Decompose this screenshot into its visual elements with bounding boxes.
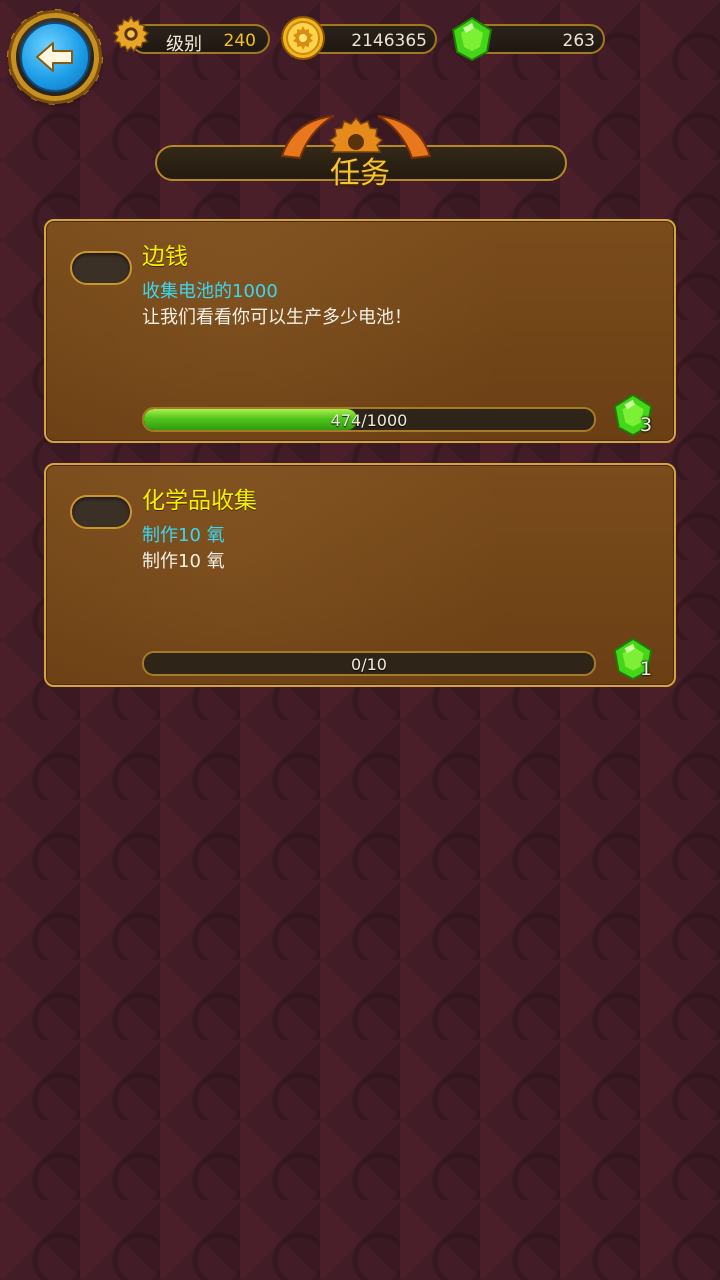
quest-progress-text: 474/1000 [330, 411, 408, 430]
gems-value: 263 [562, 31, 595, 51]
quest-goal: 收集电池的1000 [142, 281, 278, 302]
gear-icon [112, 15, 150, 53]
quest-description: 让我们看看你可以生产多少电池！ [142, 307, 412, 328]
quest-description: 制作10 氧 [142, 551, 225, 572]
reward-count: 3 [640, 414, 653, 436]
back-button[interactable] [7, 9, 103, 105]
green-gem-icon [451, 16, 493, 62]
level-label: 级别 [166, 34, 202, 55]
coin-icon [281, 16, 325, 60]
quest-progress-bar: 0/10 [142, 651, 596, 676]
quest-checkbox[interactable] [70, 251, 132, 285]
quest-checkbox[interactable] [70, 495, 132, 529]
back-button-face [20, 22, 90, 92]
quest-progress-bar: 474/1000 [142, 407, 596, 432]
quest-card: 边钱 收集电池的1000 让我们看看你可以生产多少电池！ 474/1000 3 [44, 219, 676, 443]
quest-title: 化学品收集 [142, 488, 257, 514]
coins-value: 2146365 [351, 31, 427, 51]
quest-goal: 制作10 氧 [142, 525, 225, 546]
level-pill: 级别 240 [130, 24, 270, 55]
reward-count: 1 [640, 658, 653, 680]
quest-progress-text: 0/10 [351, 655, 387, 674]
level-value: 240 [223, 31, 256, 51]
quest-card: 化学品收集 制作10 氧 制作10 氧 0/10 1 [44, 463, 676, 687]
quest-title: 边钱 [142, 244, 188, 270]
page-title: 任务 [330, 156, 390, 191]
left-arrow-icon [36, 42, 73, 72]
